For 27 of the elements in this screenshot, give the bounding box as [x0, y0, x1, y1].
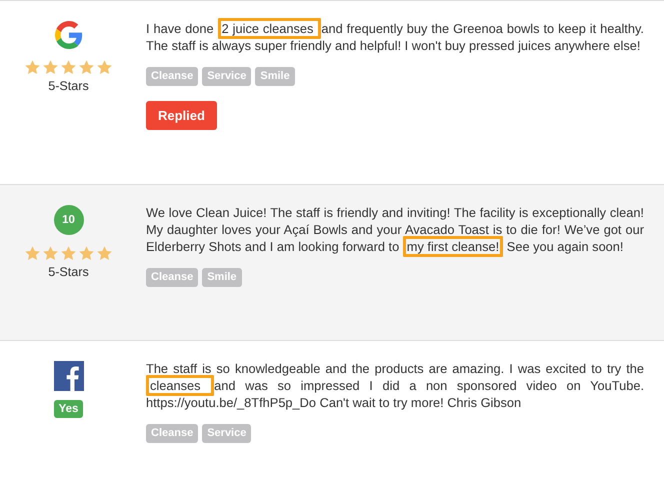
tag[interactable]: Service — [202, 424, 252, 443]
star-icon — [24, 59, 41, 76]
star-icon — [60, 245, 77, 262]
facebook-logo-icon — [54, 361, 84, 391]
review-text: The staff is so knowledgeable and the products are amazing. I was excited to try the cleanses and was so impressed I did a non sponsored video on YouTube. https://youtu.be/_8TfhP5p_Do Can't wait to try more! Chris Gibson — [146, 360, 644, 411]
star-icon — [24, 245, 41, 262]
rating-label: 5-Stars — [48, 265, 89, 279]
google-logo-icon — [54, 21, 82, 49]
rating-label: 5-Stars — [48, 79, 89, 93]
status-badge: Yes — [54, 400, 84, 418]
tag[interactable]: Service — [202, 67, 252, 86]
score-badge: 10 — [54, 205, 84, 235]
tag[interactable]: Cleanse — [146, 268, 198, 287]
tag[interactable]: Smile — [202, 268, 242, 287]
star-icon — [60, 59, 77, 76]
star-icon — [42, 59, 59, 76]
tag[interactable]: Cleanse — [146, 424, 198, 443]
star-icon — [42, 245, 59, 262]
review-text: We love Clean Juice! The staff is friendly and inviting! The facility is exceptionally clean! My daughter loves your Açaí Bowls and your Avacado Toast is to die for! We’ve got our Elderberry Shots and I am looking forward to my first cleanse! See you again soon! — [146, 204, 644, 255]
star-icon — [78, 245, 95, 262]
star-icon — [96, 245, 113, 262]
tag[interactable]: Cleanse — [146, 67, 198, 86]
star-icon — [96, 59, 113, 76]
review-text: I have done 2 juice cleanses and frequently buy the Greenoa bowls to keep it healthy. The staff is always super friendly and helpful! I won't buy pressed juices anywhere else! — [146, 20, 644, 54]
tag[interactable]: Smile — [255, 67, 295, 86]
star-icon — [78, 59, 95, 76]
replied-button[interactable]: Replied — [146, 101, 217, 130]
